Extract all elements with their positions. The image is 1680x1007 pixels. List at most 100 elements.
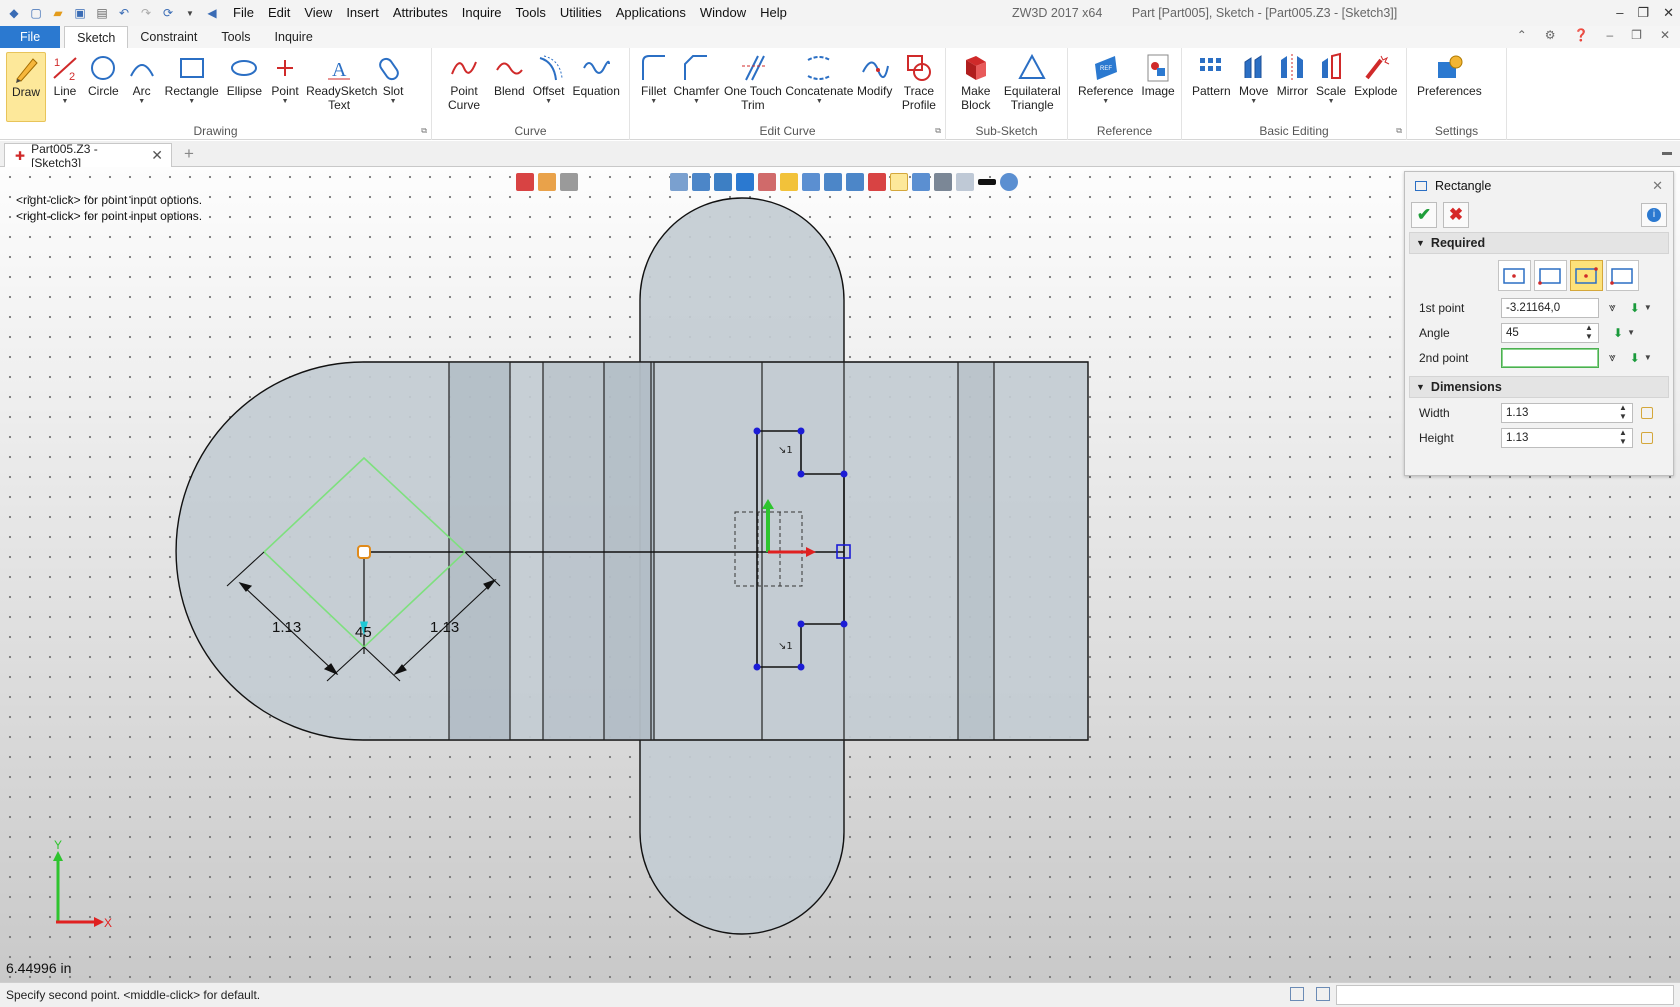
make-block-button[interactable]: Make Block bbox=[952, 52, 1000, 122]
save-icon[interactable]: ▣ bbox=[72, 5, 88, 21]
move-button[interactable]: Move ▼ bbox=[1235, 52, 1273, 122]
status-list-icon[interactable] bbox=[1316, 987, 1330, 1001]
angle-pick-icon[interactable]: ⬇ bbox=[1613, 326, 1623, 340]
chamfer-dropdown-icon[interactable]: ▼ bbox=[693, 98, 700, 106]
doc-tab-close-icon[interactable]: ✕ bbox=[151, 147, 163, 164]
menu-utilities[interactable]: Utilities bbox=[553, 0, 609, 26]
drawing-launcher-icon[interactable]: ⧉ bbox=[421, 126, 427, 136]
rectangle-dropdown-icon[interactable]: ▼ bbox=[188, 98, 195, 106]
mirror-button[interactable]: Mirror bbox=[1273, 52, 1312, 122]
equation-button[interactable]: Equation bbox=[569, 52, 624, 122]
move-dropdown-icon[interactable]: ▼ bbox=[1250, 98, 1257, 106]
image-button[interactable]: Image bbox=[1137, 52, 1178, 122]
scale-dropdown-icon[interactable]: ▼ bbox=[1328, 98, 1335, 106]
cancel-button[interactable]: ✖ bbox=[1443, 202, 1469, 228]
undo-icon[interactable]: ↶ bbox=[116, 5, 132, 21]
menu-edit[interactable]: Edit bbox=[261, 0, 297, 26]
restore-icon[interactable]: ❐ bbox=[1637, 0, 1649, 26]
point-curve-button[interactable]: Point Curve bbox=[438, 52, 490, 122]
angle-dimension-label[interactable]: 45 bbox=[355, 624, 372, 641]
menu-view[interactable]: View bbox=[297, 0, 339, 26]
circle-button[interactable]: Circle bbox=[84, 52, 123, 122]
menu-applications[interactable]: Applications bbox=[609, 0, 693, 26]
tab-sketch[interactable]: Sketch bbox=[64, 26, 129, 48]
menu-tools[interactable]: Tools bbox=[509, 0, 553, 26]
mode-angled-center-button[interactable] bbox=[1569, 260, 1603, 291]
fillet-dropdown-icon[interactable]: ▼ bbox=[650, 98, 657, 106]
tab-tools[interactable]: Tools bbox=[209, 26, 262, 48]
customize-dropdown-icon[interactable]: ▼ bbox=[182, 5, 198, 21]
concatenate-dropdown-icon[interactable]: ▼ bbox=[816, 98, 823, 106]
reference-button[interactable]: REF Reference ▼ bbox=[1074, 52, 1137, 122]
offset-dropdown-icon[interactable]: ▼ bbox=[545, 98, 552, 106]
info-button[interactable]: i bbox=[1641, 203, 1667, 227]
menu-attributes[interactable]: Attributes bbox=[386, 0, 455, 26]
open-folder-icon[interactable]: ▰ bbox=[50, 5, 66, 21]
tab-inquire[interactable]: Inquire bbox=[263, 26, 325, 48]
preferences-button[interactable]: Preferences bbox=[1413, 52, 1486, 122]
width-lock-icon[interactable] bbox=[1641, 406, 1653, 419]
arc-dropdown-icon[interactable]: ▼ bbox=[138, 98, 145, 106]
tab-file[interactable]: File bbox=[0, 26, 61, 48]
second-point-expand-icon[interactable]: ⩔ bbox=[1609, 350, 1616, 365]
draw-button[interactable]: Draw bbox=[6, 52, 46, 122]
fillet-button[interactable]: Fillet ▼ bbox=[636, 52, 671, 122]
back-arrow-icon[interactable]: ◀ bbox=[204, 5, 220, 21]
tab-constraint[interactable]: Constraint bbox=[128, 26, 209, 48]
pattern-button[interactable]: Pattern bbox=[1188, 52, 1235, 122]
menu-file[interactable]: File bbox=[226, 0, 261, 26]
new-file-icon[interactable]: ▢ bbox=[28, 5, 44, 21]
angle-pick-dropdown-icon[interactable]: ▼ bbox=[1627, 328, 1635, 337]
menu-insert[interactable]: Insert bbox=[339, 0, 386, 26]
basic-editing-launcher-icon[interactable]: ⧉ bbox=[1396, 126, 1402, 136]
close-window-icon[interactable]: ✕ bbox=[1663, 0, 1674, 26]
ok-button[interactable]: ✔ bbox=[1411, 202, 1437, 228]
second-point-input[interactable] bbox=[1501, 347, 1599, 368]
width-spinner[interactable]: ▲ ▼ bbox=[1613, 403, 1633, 423]
equilateral-triangle-button[interactable]: Equilateral Triangle bbox=[1000, 52, 1065, 122]
dimension-height-label[interactable]: 1.13 bbox=[430, 619, 459, 636]
mode-angled-corner-button[interactable] bbox=[1605, 260, 1639, 291]
explode-button[interactable]: Explode bbox=[1350, 52, 1401, 122]
ribbon-minimize-icon[interactable]: – bbox=[1606, 28, 1613, 42]
first-point-pick-icon[interactable]: ⬇ bbox=[1630, 301, 1640, 315]
minimize-icon[interactable]: – bbox=[1616, 0, 1623, 26]
angle-spinner[interactable]: ▲ ▼ bbox=[1579, 323, 1599, 343]
dimensions-section-header[interactable]: ▼ Dimensions bbox=[1409, 376, 1669, 398]
menu-help[interactable]: Help bbox=[753, 0, 794, 26]
blend-button[interactable]: Blend bbox=[490, 52, 529, 122]
menu-inquire[interactable]: Inquire bbox=[455, 0, 509, 26]
help-icon[interactable]: ❓ bbox=[1574, 28, 1589, 42]
collapse-ribbon-icon[interactable]: ⌃ bbox=[1517, 28, 1527, 42]
first-point-pick-dropdown-icon[interactable]: ▼ bbox=[1644, 303, 1652, 312]
add-tab-icon[interactable]: + bbox=[184, 144, 194, 164]
scale-button[interactable]: Scale ▼ bbox=[1312, 52, 1350, 122]
panel-close-icon[interactable]: ✕ bbox=[1652, 178, 1663, 194]
edit-curve-launcher-icon[interactable]: ⧉ bbox=[935, 126, 941, 136]
ellipse-button[interactable]: Ellipse bbox=[223, 52, 266, 122]
command-input[interactable] bbox=[1336, 985, 1674, 1005]
status-layout-icon[interactable] bbox=[1290, 987, 1304, 1001]
slot-dropdown-icon[interactable]: ▼ bbox=[390, 98, 397, 106]
point-dropdown-icon[interactable]: ▼ bbox=[282, 98, 289, 106]
modify-button[interactable]: Modify bbox=[855, 52, 895, 122]
arc-button[interactable]: Arc ▼ bbox=[123, 52, 161, 122]
one-touch-trim-button[interactable]: One Touch Trim bbox=[721, 52, 784, 122]
required-section-header[interactable]: ▼ Required bbox=[1409, 232, 1669, 254]
height-lock-icon[interactable] bbox=[1641, 431, 1653, 444]
reference-dropdown-icon[interactable]: ▼ bbox=[1102, 98, 1109, 106]
concatenate-button[interactable]: Concatenate ▼ bbox=[784, 52, 854, 122]
doc-tab-part005[interactable]: ✚ Part005.Z3 - [Sketch3] ✕ bbox=[4, 142, 172, 170]
second-point-pick-icon[interactable]: ⬇ bbox=[1630, 351, 1640, 365]
redo-icon[interactable]: ↷ bbox=[138, 5, 154, 21]
first-point-expand-icon[interactable]: ⩔ bbox=[1609, 300, 1616, 315]
trace-profile-button[interactable]: Trace Profile bbox=[895, 52, 943, 122]
first-point-marker[interactable] bbox=[357, 545, 371, 559]
second-point-pick-dropdown-icon[interactable]: ▼ bbox=[1644, 353, 1652, 362]
dimension-width-label[interactable]: 1.13 bbox=[272, 619, 301, 636]
line-dropdown-icon[interactable]: ▼ bbox=[62, 98, 69, 106]
line-button[interactable]: 12 Line ▼ bbox=[46, 52, 84, 122]
app-logo-icon[interactable]: ◆ bbox=[6, 5, 22, 21]
height-spinner[interactable]: ▲ ▼ bbox=[1613, 428, 1633, 448]
chamfer-button[interactable]: Chamfer ▼ bbox=[671, 52, 721, 122]
